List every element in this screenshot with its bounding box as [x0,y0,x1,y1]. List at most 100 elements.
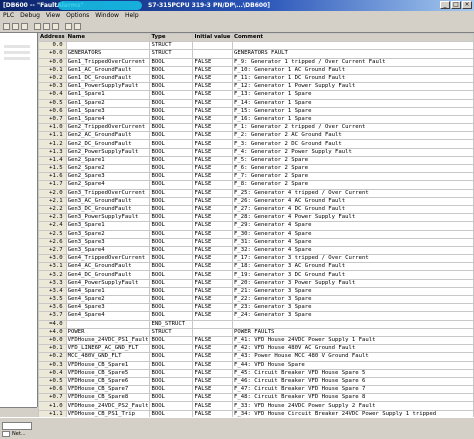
initial-value-cell[interactable]: FALSE [192,114,234,125]
address-cell[interactable]: +0.5 [38,376,67,387]
name-cell[interactable]: Gen2_PowerSupplyFault [65,147,151,157]
comment-cell[interactable]: F_13: Generator 1 Spare [232,90,474,100]
name-cell[interactable]: Gen2_Spare1 [65,155,151,166]
initial-value-cell[interactable] [192,327,234,337]
table-row[interactable]: +0.3 VFDHouse_CB_Spare1 BOOL FALSE F_44: VFD… [38,360,474,370]
table-row[interactable]: +0.0 GENERATORS STRUCT GENERATORS FAULT [38,49,474,59]
address-cell[interactable]: +1.1 [38,409,67,417]
name-cell[interactable]: VFD_LINE6P_AC_GND_FLT [65,344,151,354]
address-cell[interactable]: +0.0 [38,49,67,59]
name-cell[interactable] [65,41,151,51]
initial-value-cell[interactable]: FALSE [192,213,234,223]
name-cell[interactable]: Gen1_PowerSupplyFault [65,82,151,92]
initial-value-cell[interactable]: FALSE [192,123,234,133]
comment-cell[interactable]: F_3: Generator 2 DC Ground Fault [232,139,474,149]
address-cell[interactable]: +2.4 [38,221,67,231]
initial-value-cell[interactable]: FALSE [192,286,234,297]
type-cell[interactable]: BOOL [149,73,194,84]
initial-value-cell[interactable]: FALSE [192,360,234,370]
type-cell[interactable]: BOOL [149,180,194,190]
initial-value-cell[interactable]: FALSE [192,139,234,149]
initial-value-cell[interactable]: FALSE [192,409,234,417]
table-row[interactable]: +3.3 Gen4_PowerSupplyFault BOOL FALSE F_20: … [38,278,474,288]
comment-cell[interactable] [232,41,474,51]
comment-cell[interactable]: F_7: Generator 2 Spare [232,172,474,182]
table-row[interactable]: +3.1 Gen4_AC_GroundFault BOOL FALSE F_18: Ge… [38,262,474,272]
name-cell[interactable]: VFDHouse_CB_Spare1 [65,360,151,370]
comment-cell[interactable]: F_29: Generator 4 Spare [232,221,474,231]
type-cell[interactable]: BOOL [149,352,194,362]
table-row[interactable]: +0.2 MCC_480V_GND_FLT BOOL FALSE F_43: Power… [38,352,474,362]
name-cell[interactable]: Gen4_Spare2 [65,294,151,305]
table-row[interactable]: +3.0 Gen4_TrippedOverCurrent BOOL FALSE F_17… [38,254,474,264]
type-cell[interactable]: BOOL [149,344,194,354]
comment-cell[interactable]: F_41: VFD House 24VDC Power Supply 1 Fau… [232,335,474,346]
type-cell[interactable]: BOOL [149,311,194,321]
address-cell[interactable]: +2.0 [38,188,67,198]
initial-value-cell[interactable]: FALSE [192,237,234,247]
type-cell[interactable]: BOOL [149,213,194,223]
address-cell[interactable]: +1.3 [38,147,67,157]
menu-plc[interactable]: PLC [0,11,17,21]
initial-value-cell[interactable]: FALSE [192,401,234,411]
paste-icon[interactable] [52,23,59,30]
name-cell[interactable]: Gen3_TrippedOverCurrent [65,188,151,198]
initial-value-cell[interactable]: FALSE [192,90,234,100]
column-header-comment[interactable]: Comment [232,33,474,43]
table-row[interactable]: +0.0 Gen1_TrippedOverCurrent BOOL FALSE F_9:… [38,57,474,67]
comment-cell[interactable]: F_24: Generator 3 Spare [232,311,474,321]
address-cell[interactable]: +3.2 [38,270,67,280]
address-cell[interactable]: +3.6 [38,303,67,313]
initial-value-cell[interactable]: FALSE [192,262,234,272]
initial-value-cell[interactable]: FALSE [192,172,234,182]
table-row[interactable]: +2.4 Gen3_Spare1 BOOL FALSE F_29: Generator … [38,221,474,231]
type-cell[interactable]: STRUCT [149,41,194,51]
table-row[interactable]: +2.1 Gen3_AC_GroundFault BOOL FALSE F_26: Ge… [38,196,474,206]
address-cell[interactable]: 0.0 [38,41,67,51]
address-cell[interactable]: +1.2 [38,139,67,149]
comment-cell[interactable]: F_34: VFD House Circuit Breaker 24VDC Po… [232,409,474,417]
column-header-address[interactable]: Address [38,33,67,43]
table-row[interactable]: +3.2 Gen4_DC_GroundFault BOOL FALSE F_19: Ge… [38,270,474,280]
initial-value-cell[interactable]: FALSE [192,147,234,157]
address-cell[interactable]: +0.6 [38,106,67,116]
initial-value-cell[interactable]: FALSE [192,163,234,174]
table-row[interactable]: +1.5 Gen2_Spare2 BOOL FALSE F_6: Generator 2… [38,163,474,174]
comment-cell[interactable]: F_17: Generator 3 tripped / Over Current [232,254,474,264]
address-cell[interactable]: +0.3 [38,82,67,92]
type-cell[interactable]: BOOL [149,262,194,272]
type-cell[interactable]: STRUCT [149,327,194,337]
address-cell[interactable]: +1.7 [38,180,67,190]
table-row[interactable]: +0.0 VFDHouse_24VDC_PS1_Fault BOOL FALSE F_4… [38,335,474,346]
type-cell[interactable]: BOOL [149,303,194,313]
address-cell[interactable]: +2.7 [38,245,67,256]
address-cell[interactable]: +2.2 [38,204,67,215]
tree-item[interactable] [4,57,30,60]
name-cell[interactable]: Gen3_DC_GroundFault [65,204,151,215]
address-cell[interactable]: +2.3 [38,213,67,223]
open-icon[interactable] [12,23,19,30]
comment-cell[interactable]: F_14: Generator 1 Spare [232,98,474,108]
type-cell[interactable]: BOOL [149,294,194,305]
comment-cell[interactable]: F_26: Generator 4 AC Ground Fault [232,196,474,206]
new-icon[interactable] [3,23,10,30]
type-cell[interactable]: BOOL [149,401,194,411]
comment-cell[interactable]: POWER FAULTS [232,327,474,337]
table-row[interactable]: +0.5 Gen1_Spare2 BOOL FALSE F_14: Generator … [38,98,474,108]
initial-value-cell[interactable]: FALSE [192,221,234,231]
table-row[interactable]: +2.0 Gen3_TrippedOverCurrent BOOL FALSE F_25… [38,188,474,198]
type-cell[interactable]: BOOL [149,229,194,239]
name-cell[interactable]: GENERATORS [65,49,151,59]
initial-value-cell[interactable]: FALSE [192,155,234,166]
table-row[interactable]: +0.3 Gen1_PowerSupplyFault BOOL FALSE F_12: … [38,82,474,92]
initial-value-cell[interactable]: FALSE [192,204,234,215]
type-cell[interactable]: BOOL [149,147,194,157]
type-cell[interactable]: BOOL [149,123,194,133]
table-row[interactable]: +1.0 VFDHouse_24VDC_PS2_Fault BOOL FALSE F_3… [38,401,474,411]
name-cell[interactable]: Gen1_AC_GroundFault [65,65,151,75]
comment-cell[interactable]: F_11: Generator 1 DC Ground Fault [232,73,474,84]
table-row[interactable]: +3.5 Gen4_Spare2 BOOL FALSE F_22: Generator … [38,294,474,305]
type-cell[interactable]: BOOL [149,286,194,297]
initial-value-cell[interactable]: FALSE [192,368,234,378]
name-cell[interactable]: Gen3_PowerSupplyFault [65,213,151,223]
